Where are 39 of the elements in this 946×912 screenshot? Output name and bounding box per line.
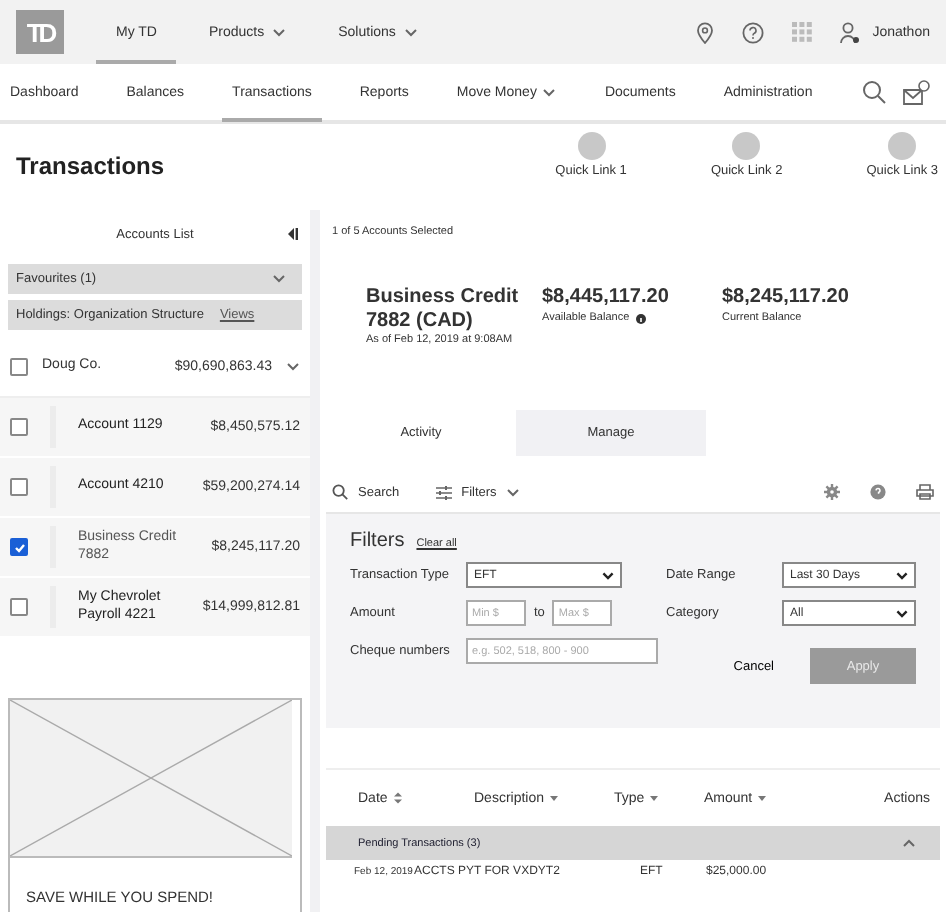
chevron-down-icon [542, 87, 557, 97]
sort-icon[interactable] [758, 795, 767, 801]
print-icon[interactable] [916, 484, 934, 500]
mail-icon[interactable] [902, 79, 930, 105]
chevron-down-icon [896, 609, 908, 617]
quick-link-icon [888, 132, 917, 160]
chevron-down-icon [506, 487, 521, 497]
location-pin-icon[interactable] [696, 21, 715, 43]
chevron-down-icon [896, 571, 908, 579]
checkbox[interactable] [10, 598, 28, 616]
balance-amount: $8,445,117.20 [542, 286, 671, 308]
balance-amount: $8,245,117.20 [722, 286, 851, 308]
chevron-down-icon [272, 27, 287, 37]
search-icon[interactable] [862, 80, 886, 104]
sliders-icon[interactable] [435, 485, 452, 499]
quick-link-icon [577, 132, 606, 160]
collapse-chevron-icon [902, 838, 916, 848]
sort-icon[interactable] [650, 795, 659, 801]
checkbox[interactable] [10, 538, 28, 556]
expand-chevron-icon [286, 361, 300, 371]
account-title: Business Credit 7882 (CAD) [366, 286, 519, 332]
chevron-down-icon [602, 571, 614, 579]
checkbox[interactable] [10, 357, 28, 375]
chevron-down-icon [272, 274, 286, 284]
sort-icon[interactable] [393, 792, 402, 804]
search-icon[interactable] [332, 484, 348, 500]
collapse-panel-icon[interactable] [288, 228, 298, 240]
chevron-down-icon [403, 27, 418, 37]
info-icon[interactable] [635, 313, 646, 323]
checkbox[interactable] [10, 478, 28, 496]
page-title: Transactions [16, 152, 167, 180]
settings-icon[interactable] [824, 484, 840, 500]
sort-icon[interactable] [550, 795, 559, 801]
checkbox[interactable] [10, 418, 28, 436]
help-icon[interactable] [742, 21, 765, 43]
help-icon[interactable] [870, 484, 886, 500]
user-icon[interactable] [840, 21, 861, 43]
filters-title: Filters [350, 530, 405, 552]
quick-link-icon [732, 132, 761, 160]
